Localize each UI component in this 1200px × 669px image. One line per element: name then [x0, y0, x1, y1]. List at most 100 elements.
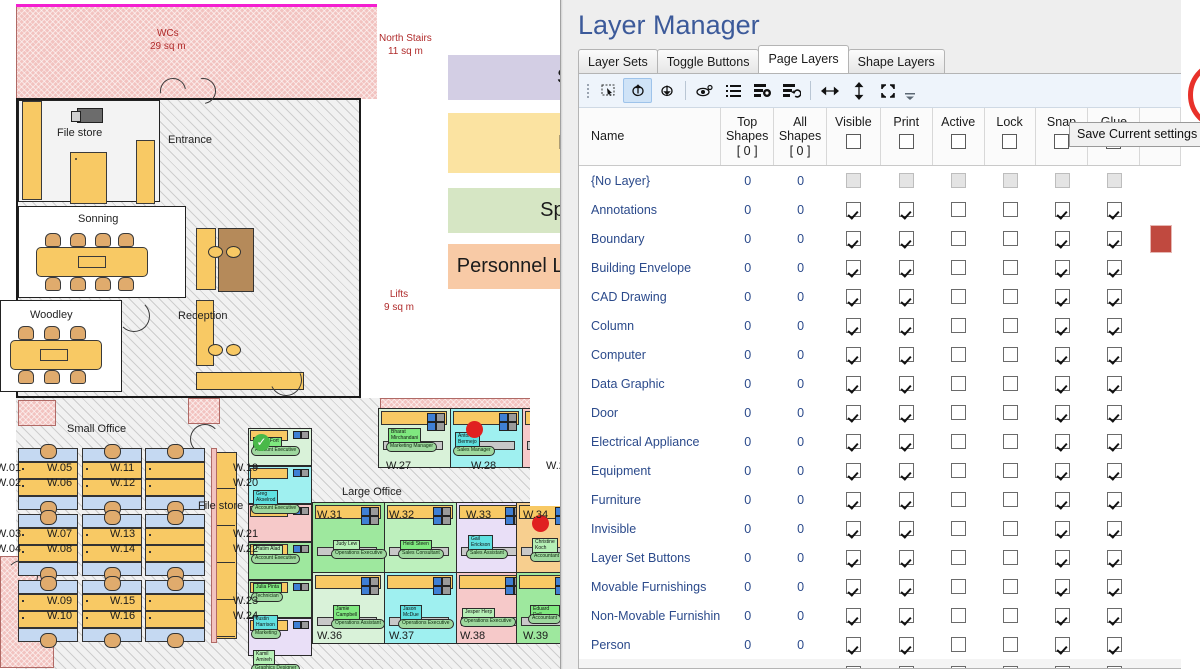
person-role-tag[interactable]: Graphics Designer	[251, 664, 301, 669]
cell-name[interactable]: Equipment	[579, 456, 721, 485]
checkbox-lock[interactable]	[1002, 463, 1018, 478]
checkbox-active[interactable]	[951, 289, 967, 304]
checkbox-glue[interactable]	[1106, 289, 1122, 304]
cell-color[interactable]	[1140, 601, 1181, 630]
layer-set-button-structure[interactable]: Structure	[448, 55, 560, 100]
cell-color[interactable]	[1140, 572, 1181, 601]
column-header-visible[interactable]: Visible	[827, 108, 881, 165]
workstation-cluster[interactable]	[145, 510, 205, 582]
checkbox-lock[interactable]	[1002, 521, 1018, 536]
checkbox-glue[interactable]	[1106, 608, 1122, 623]
column-toggle-all-lock[interactable]	[1002, 134, 1018, 150]
restore-settings-icon[interactable]	[652, 78, 681, 103]
checkbox-visible[interactable]	[846, 289, 862, 304]
checkbox-lock[interactable]	[1002, 637, 1018, 652]
column-header-top_shapes[interactable]: Top Shapes[ 0 ]	[721, 108, 775, 165]
checkbox-lock[interactable]	[1002, 260, 1018, 275]
checkbox-visible[interactable]	[846, 637, 862, 652]
checkbox-active[interactable]	[951, 318, 967, 333]
column-header-lock[interactable]: Lock	[985, 108, 1036, 165]
cell-color[interactable]	[1140, 166, 1181, 195]
table-row[interactable]: Column 0 0	[579, 311, 1181, 340]
checkbox-print[interactable]	[899, 608, 915, 623]
checkbox-active[interactable]	[951, 666, 967, 668]
person-role-tag[interactable]: Operations Executive	[331, 549, 387, 559]
column-header-all_shapes[interactable]: All Shapes[ 0 ]	[774, 108, 827, 165]
workstation-cluster[interactable]	[145, 576, 205, 648]
checkbox-visible[interactable]	[846, 202, 862, 217]
toolbar-grip[interactable]	[582, 80, 594, 102]
cell-name[interactable]: Building Envelope	[579, 253, 721, 282]
cell-name[interactable]: Furniture	[579, 485, 721, 514]
checkbox-snap[interactable]	[1054, 492, 1070, 507]
visibility-eye-icon[interactable]	[690, 78, 719, 103]
cell-color[interactable]	[1140, 514, 1181, 543]
fit-height-icon[interactable]	[844, 78, 873, 103]
checkbox-lock[interactable]	[1002, 318, 1018, 333]
checkbox-snap[interactable]	[1054, 376, 1070, 391]
checkbox-print[interactable]	[899, 347, 915, 362]
checkbox-glue[interactable]	[1106, 405, 1122, 420]
checkbox-lock[interactable]	[1002, 405, 1018, 420]
tab-toggle-buttons[interactable]: Toggle Buttons	[656, 49, 760, 73]
cell-color[interactable]	[1140, 659, 1181, 668]
checkbox-active[interactable]	[951, 434, 967, 449]
table-row[interactable]: Furniture 0 0	[579, 485, 1181, 514]
checkbox-glue[interactable]	[1106, 434, 1122, 449]
checkbox-visible[interactable]	[846, 434, 862, 449]
checkbox-snap[interactable]	[1054, 231, 1070, 246]
cell-color[interactable]	[1140, 485, 1181, 514]
checkbox-lock[interactable]	[1002, 492, 1018, 507]
checkbox-visible[interactable]	[846, 347, 862, 362]
cell-name[interactable]: Boundary	[579, 224, 721, 253]
cell-color[interactable]	[1140, 340, 1181, 369]
layer-set-button-furniture[interactable]: Furniture	[448, 113, 560, 173]
select-rows-icon[interactable]	[594, 78, 623, 103]
checkbox-visible[interactable]	[846, 231, 862, 246]
person-role-tag[interactable]: Account Executive	[251, 504, 301, 514]
checkbox-glue[interactable]	[1106, 231, 1122, 246]
checkbox-print[interactable]	[899, 405, 915, 420]
cell-color[interactable]	[1140, 427, 1181, 456]
checkbox-visible[interactable]	[846, 260, 862, 275]
checkbox-snap[interactable]	[1054, 550, 1070, 565]
checkbox-active[interactable]	[951, 231, 967, 246]
checkbox-lock[interactable]	[1002, 579, 1018, 594]
tab-layer-sets[interactable]: Layer Sets	[578, 49, 658, 73]
person-role-tag[interactable]: Account Executive	[251, 554, 301, 564]
column-header-name[interactable]: Name	[579, 108, 722, 165]
table-row[interactable]: Computer 0 0	[579, 340, 1181, 369]
checkbox-print[interactable]	[899, 376, 915, 391]
checkbox-print[interactable]	[899, 202, 915, 217]
layer-color-swatch[interactable]	[1149, 224, 1172, 253]
person-role-tag[interactable]: Operations Assistant	[331, 619, 385, 629]
table-row[interactable]: Equipment 0 0	[579, 456, 1181, 485]
checkbox-visible[interactable]	[846, 550, 862, 565]
checkbox-lock[interactable]	[1002, 202, 1018, 217]
checkbox-lock[interactable]	[1002, 550, 1018, 565]
checkbox-glue[interactable]	[1106, 260, 1122, 275]
checkbox-lock[interactable]	[1002, 376, 1018, 391]
person-role-tag[interactable]: Operations Executive	[398, 619, 454, 629]
checkbox-active[interactable]	[951, 376, 967, 391]
checkbox-snap[interactable]	[1054, 202, 1070, 217]
checkbox-glue[interactable]	[1106, 202, 1122, 217]
checkbox-active[interactable]	[951, 521, 967, 536]
cell-name[interactable]: Invisible	[579, 514, 721, 543]
cell-name[interactable]: Data Graphic	[579, 369, 721, 398]
column-toggle-all-visible[interactable]	[845, 134, 861, 150]
table-row[interactable]: Data Graphic 0 0	[579, 369, 1181, 398]
cell-name[interactable]: Electrical Appliance	[579, 427, 721, 456]
checkbox-lock[interactable]	[1002, 608, 1018, 623]
checkbox-visible[interactable]	[846, 463, 862, 478]
table-row[interactable]: Person 0 0	[579, 630, 1181, 659]
checkbox-snap[interactable]	[1054, 434, 1070, 449]
cell-name[interactable]: Movable Furnishings	[579, 572, 721, 601]
checkbox-snap[interactable]	[1054, 521, 1070, 536]
person-role-tag[interactable]: Sales Consultant	[398, 549, 444, 559]
checkbox-snap[interactable]	[1054, 260, 1070, 275]
checkbox-glue[interactable]	[1106, 463, 1122, 478]
cell-color[interactable]	[1140, 253, 1181, 282]
checkbox-visible[interactable]	[846, 376, 862, 391]
drawing-canvas[interactable]: Garth FortAccount ExecutiveGreg Akselrod…	[0, 0, 560, 669]
